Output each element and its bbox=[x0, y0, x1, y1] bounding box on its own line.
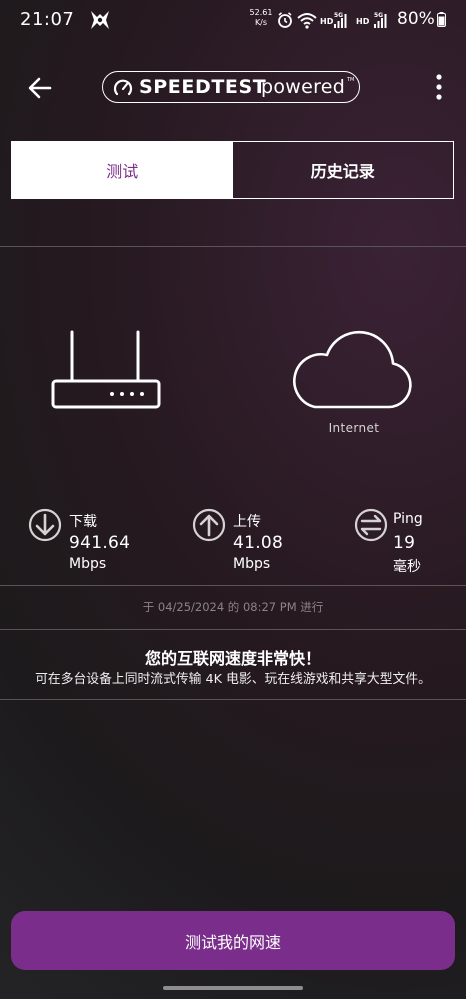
upload-unit: Mbps bbox=[233, 556, 271, 572]
status-time: 21:07 bbox=[20, 9, 75, 30]
status-icons-group: HD 5G HD 5G bbox=[278, 12, 387, 29]
svg-text:5G: 5G bbox=[374, 12, 383, 19]
divider bbox=[0, 629, 466, 630]
brand-trademark: TM bbox=[347, 77, 355, 83]
network-speed-value: 52.61 bbox=[249, 8, 273, 17]
upload-value: 41.08 bbox=[233, 533, 284, 553]
download-arrow-icon bbox=[28, 508, 62, 542]
divider bbox=[0, 246, 466, 247]
ping-value: 19 bbox=[393, 533, 416, 553]
upload-label: 上传 bbox=[233, 514, 261, 530]
divider bbox=[0, 585, 466, 586]
divider bbox=[0, 699, 466, 700]
speedtest-gauge-icon bbox=[113, 79, 133, 96]
more-vertical-icon[interactable] bbox=[426, 73, 452, 101]
brand-powered: powered bbox=[261, 76, 346, 98]
ping-arrows-icon bbox=[354, 508, 388, 542]
battery-icon bbox=[437, 12, 446, 27]
cloud-icon bbox=[293, 330, 412, 409]
router-icon bbox=[51, 330, 161, 409]
app-notification-icon bbox=[91, 11, 109, 29]
brand-name: SPEEDTEST bbox=[139, 76, 267, 98]
svg-text:5G: 5G bbox=[334, 12, 343, 19]
test-timestamp: 于 04/25/2024 的 08:27 PM 进行 bbox=[142, 600, 324, 614]
download-label: 下载 bbox=[69, 514, 97, 530]
upload-arrow-icon bbox=[192, 508, 226, 542]
network-speed-unit: K/s bbox=[254, 18, 268, 27]
alarm-icon bbox=[278, 12, 292, 28]
speedtest-logo: SPEEDTEST powered TM bbox=[102, 71, 360, 103]
tab-test[interactable]: 测试 bbox=[12, 142, 233, 198]
home-indicator[interactable] bbox=[163, 986, 303, 990]
back-arrow-icon[interactable] bbox=[26, 74, 54, 102]
download-value: 941.64 bbox=[69, 533, 131, 553]
tab-history[interactable]: 历史记录 bbox=[233, 142, 454, 198]
download-unit: Mbps bbox=[69, 556, 107, 572]
network-speed-indicator: 52.61 K/s bbox=[248, 8, 274, 28]
hd-icon: HD bbox=[320, 17, 334, 26]
ping-unit: 毫秒 bbox=[393, 559, 421, 575]
result-headline: 您的互联网速度非常快！ bbox=[144, 649, 321, 668]
start-test-button[interactable]: 测试我的网速 bbox=[11, 911, 455, 970]
5g-signal-icon: 5G bbox=[334, 12, 347, 28]
5g-signal-icon: 5G bbox=[374, 12, 387, 28]
speedtest-screen: 21:07 52.61 K/s HD 5G HD 5G 80% SPEEDTES… bbox=[0, 0, 466, 999]
wifi-icon bbox=[297, 13, 317, 29]
hd-icon: HD bbox=[356, 17, 370, 26]
result-description: 可在多台设备上同时流式传输 4K 电影、玩在线游戏和共享大型文件。 bbox=[35, 672, 431, 687]
status-bar: 21:07 52.61 K/s HD 5G HD 5G 80% bbox=[0, 0, 466, 40]
battery-percentage: 80% bbox=[397, 9, 435, 29]
tab-bar: 测试 历史记录 bbox=[11, 141, 454, 199]
internet-label: Internet bbox=[328, 421, 380, 435]
ping-label: Ping bbox=[393, 511, 423, 527]
